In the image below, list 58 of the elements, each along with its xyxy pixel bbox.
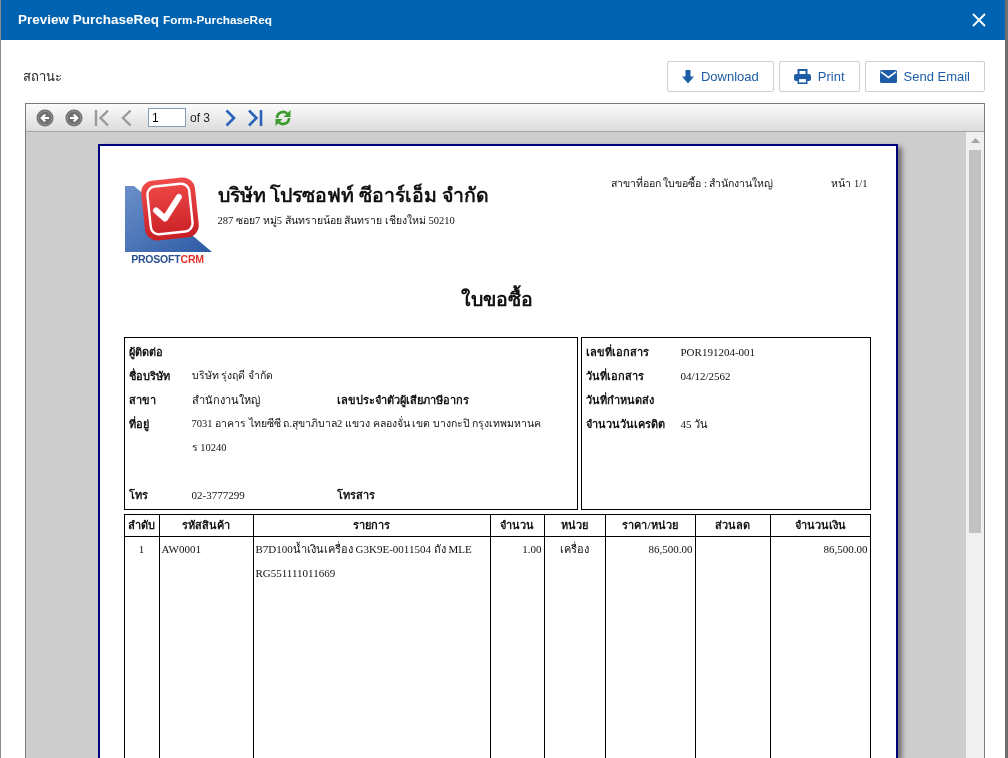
table-cell-text: 86,500.00 [647,542,693,557]
refresh-icon[interactable] [274,108,292,127]
page-number-label: หน้า 1/1 [831,177,868,191]
column-header: หน่วย [544,515,606,537]
field-value: บริษัท รุ่งฤดี จำกัด [191,368,273,384]
page-number-field[interactable]: 1 [148,108,186,127]
window-subtitle: Form-PurchaseReq [163,11,272,29]
page-count-label: of 3 [190,109,210,127]
envelope-icon [879,70,897,83]
column-header: ราคา/หน่วย [605,515,696,537]
close-icon[interactable] [972,13,986,27]
field-value: 04/12/2562 [680,369,731,384]
column-header: ส่วนลด [695,515,771,537]
field-label: ที่อยู่ [128,415,150,434]
table-cell-text: 86,500.00 [822,542,868,557]
table-cell-text: 1.00 [521,542,542,557]
field-value: 7031 อาคาร ไทยซีซี ถ.สุขาภิบาล2 แขวง คลองจั่น เขต บางกะปิ กรุงเทพมหานค ร 10240 [191,415,542,455]
field-label: วันที่เอกสาร [585,367,645,384]
table-cell-text: เครื่อง [559,540,590,557]
next-page-icon[interactable] [225,108,236,127]
download-button[interactable]: Download [666,61,774,92]
send-email-button[interactable]: Send Email [864,61,985,92]
field-label: วันที่กำหนดส่ง [585,391,655,408]
table-cell-text: AW0001 [161,542,202,557]
print-button[interactable]: Print [778,61,860,92]
field-label: ชื่อบริษัท [128,367,171,384]
column-header: จำนวน [490,515,545,537]
window-title: Preview PurchaseReq [18,10,160,29]
table-cell-text: B7D100น้ำเงินเครื่อง G3K9E-0011504 ถัง MLE RG551111011669 [255,540,473,581]
field-label: โทร [128,487,149,503]
column-header: จำนวนเงิน [770,515,871,537]
document-title: ใบขอซื้อ [123,285,871,315]
last-page-icon[interactable] [247,108,263,127]
left-arrow-circle-icon[interactable] [36,108,54,127]
column-header: รหัสสินค้า [159,515,254,537]
company-name: บริษัท โปรซอฟท์ ซีอาร์เอ็ม จำกัด [217,183,490,208]
table-cell-text: 1 [137,542,146,557]
field-label: โทรสาร [336,487,375,503]
field-label: ผู้ติดต่อ [128,345,164,362]
field-value: 45 วัน [680,417,709,432]
company-address: 287 ซอย7 หมู่5 สันทรายน้อย สันทราย เชียงใหม่ 50210 [217,213,456,229]
field-value: สำนักงานใหญ่ [191,393,261,409]
column-header: ลำดับ [124,515,160,537]
field-label: เลขประจำตัวผู้เสียภาษีอากร [336,393,469,410]
logo-text: PROSOFTCRM [131,253,204,265]
field-label: เลขที่เอกสาร [585,343,650,360]
right-arrow-circle-icon[interactable] [65,108,83,127]
download-icon [681,69,694,84]
field-label: จำนวนวันเครดิต [585,417,666,432]
column-header: รายการ [253,515,491,537]
status-label: สถานะ [23,67,62,86]
check-shield-logo-icon [123,176,212,252]
branch-note: สาขาที่ออก ใบขอซื้อ : สำนักงานใหญ่ [610,176,774,192]
field-value: 02-3777299 [191,488,246,503]
field-value: POR191204-001 [680,345,756,360]
field-label: สาขา [128,393,157,408]
printer-icon [793,69,811,84]
scrollbar-thumb[interactable] [969,150,981,533]
